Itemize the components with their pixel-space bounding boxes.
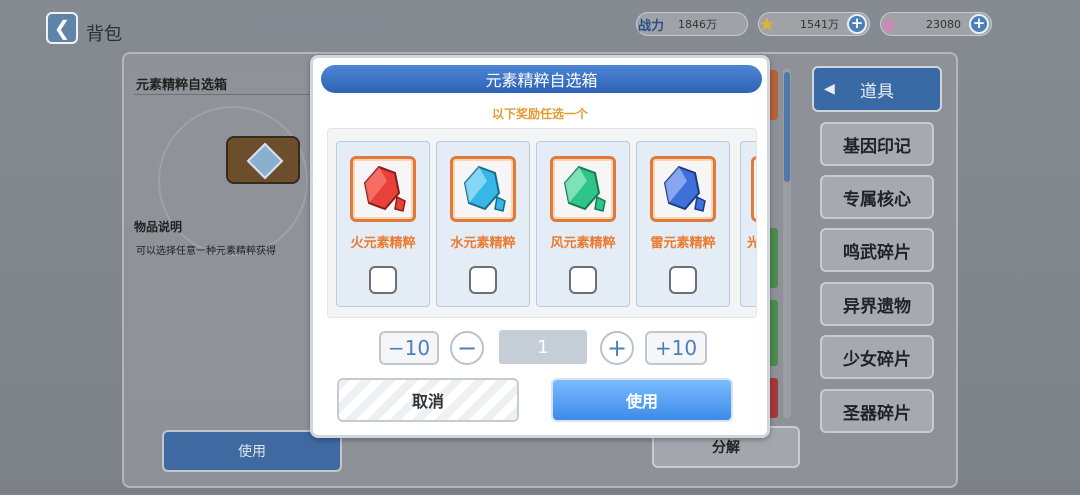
reward-checkbox[interactable]	[669, 266, 697, 294]
reward-checkbox[interactable]	[469, 266, 497, 294]
reward-name: 火元素精粹	[350, 236, 416, 251]
thunder-essence-icon	[650, 156, 716, 222]
increase-10-button[interactable]: +10	[645, 331, 707, 365]
quantity-field[interactable]: 1	[499, 330, 587, 364]
reward-list[interactable]: 火元素精粹 水元素精粹 风元素精粹 雷元素精粹	[327, 128, 757, 318]
reward-checkbox[interactable]	[369, 266, 397, 294]
page-title: 背包	[86, 24, 122, 45]
category-tab[interactable]: 异界遗物	[820, 282, 934, 326]
gem-value: 23080	[926, 17, 961, 31]
back-button[interactable]: ❮	[46, 12, 78, 44]
gold-resource: ★ 1541万 +	[758, 12, 870, 36]
category-tab[interactable]: 圣器碎片	[820, 389, 934, 433]
crystal-icon: ◆	[881, 12, 897, 36]
confirm-use-button[interactable]: 使用	[551, 378, 733, 422]
reward-card-thunder[interactable]: 雷元素精粹	[636, 141, 730, 307]
chest-icon	[226, 136, 300, 184]
partial-reward-icon	[751, 156, 756, 222]
add-gold-button[interactable]: +	[847, 14, 867, 34]
caret-left-icon: ◀	[824, 81, 835, 97]
reward-checkbox[interactable]	[569, 266, 597, 294]
gold-value: 1541万	[800, 18, 839, 31]
category-tab[interactable]: 少女碎片	[820, 335, 934, 379]
power-resource: 战力 1846万	[636, 12, 748, 36]
category-header-label: 道具	[860, 81, 894, 102]
dialog-title: 元素精粹自选箱	[321, 65, 762, 93]
reward-card-wind[interactable]: 风元素精粹	[536, 141, 630, 307]
wind-essence-icon	[550, 156, 616, 222]
add-gem-button[interactable]: +	[969, 14, 989, 34]
item-name: 元素精粹自选箱	[136, 78, 228, 93]
dialog-subtitle: 以下奖励任选一个	[491, 107, 588, 121]
item-detail-panel: 元素精粹自选箱 物品说明 可以选择任意一种元素精粹获得	[128, 66, 338, 406]
reward-card-fire[interactable]: 火元素精粹	[336, 141, 430, 307]
category-tab[interactable]: 基因印记	[820, 122, 934, 166]
item-description-heading: 物品说明	[134, 220, 183, 234]
decrease-10-button[interactable]: −10	[379, 331, 439, 365]
select-reward-dialog: 元素精粹自选箱 以下奖励任选一个 火元素精粹 水元素精粹 风元素精粹 雷元素精粹…	[310, 55, 770, 438]
chevron-left-icon: ❮	[53, 16, 71, 40]
cancel-button[interactable]: 取消	[337, 378, 519, 422]
reward-name: 水元素精粹	[450, 236, 516, 251]
partial-reward-name: 光	[747, 232, 756, 251]
category-tab[interactable]: 鸣武碎片	[820, 228, 934, 272]
fire-essence-icon	[350, 156, 416, 222]
item-description: 可以选择任意一种元素精粹获得	[136, 246, 276, 257]
power-value: 1846万	[678, 18, 717, 31]
water-essence-icon	[450, 156, 516, 222]
item-list-scrollbar[interactable]	[783, 68, 791, 418]
decrease-button[interactable]: −	[450, 331, 484, 365]
star-coin-icon: ★	[758, 12, 776, 36]
increase-button[interactable]: +	[600, 331, 634, 365]
reward-card-water[interactable]: 水元素精粹	[436, 141, 530, 307]
category-header-items[interactable]: ◀ 道具	[812, 66, 942, 112]
gem-resource: ◆ 23080 +	[880, 12, 992, 36]
power-icon: 战力	[637, 18, 664, 34]
divider	[134, 94, 324, 95]
reward-card-partial[interactable]: 光	[740, 141, 756, 307]
reward-name: 雷元素精粹	[650, 236, 716, 251]
reward-name: 风元素精粹	[550, 236, 616, 251]
category-tab[interactable]: 专属核心	[820, 175, 934, 219]
